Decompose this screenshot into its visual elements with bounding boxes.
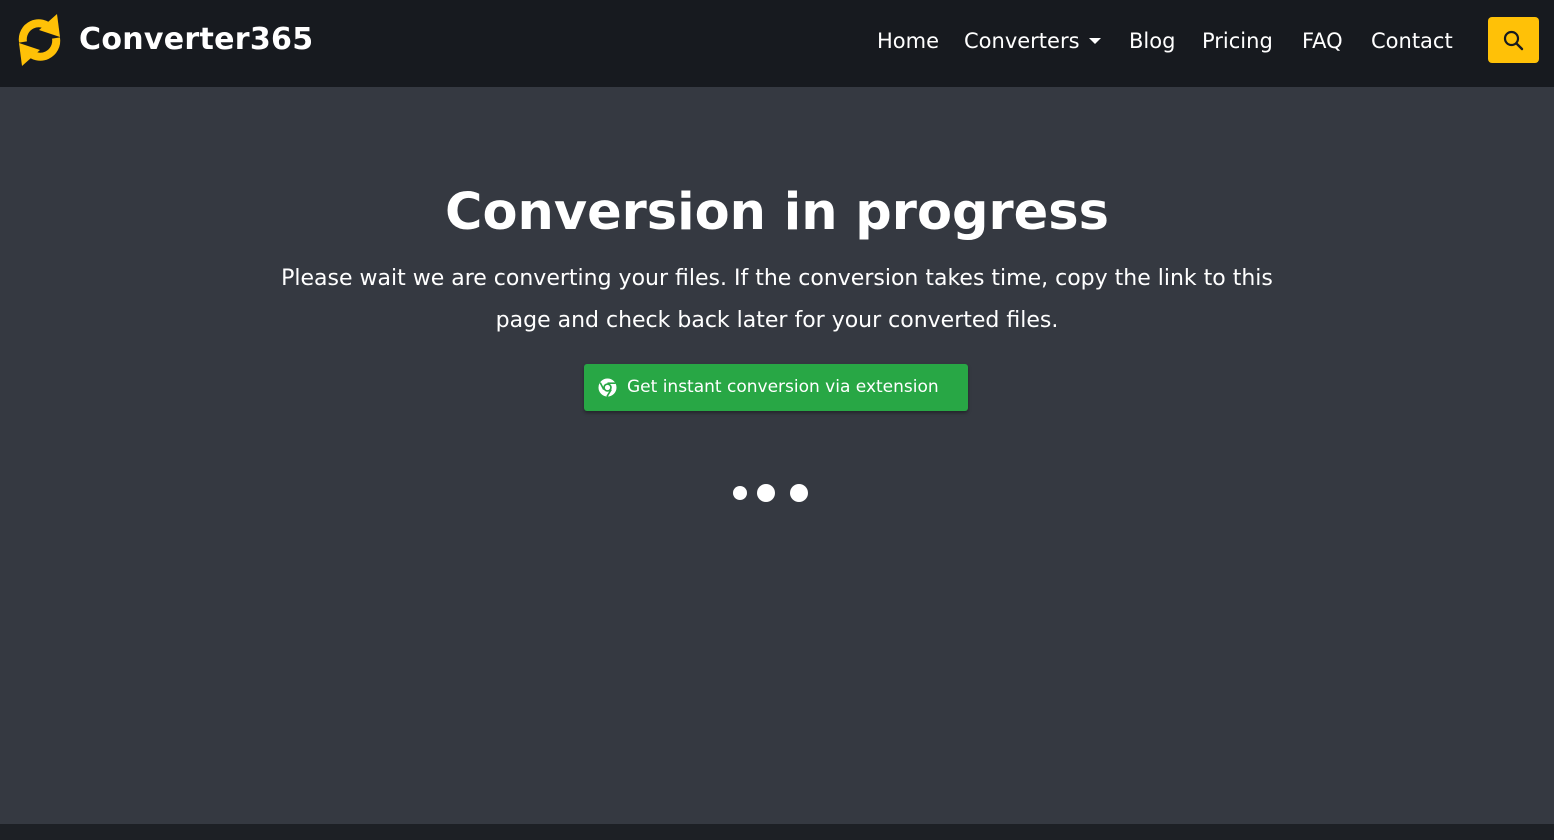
get-extension-label: Get instant conversion via extension	[627, 377, 939, 397]
nav-faq-link[interactable]: FAQ	[1302, 26, 1343, 56]
page-title: Conversion in progress	[445, 183, 1109, 242]
loading-dot	[757, 484, 775, 502]
loading-dot	[733, 486, 747, 500]
navbar: Converter365 Home Converters Blog Pricin…	[0, 0, 1554, 87]
nav-converters-dropdown[interactable]: Converters	[964, 26, 1080, 56]
search-button[interactable]	[1488, 17, 1539, 63]
nav-contact-link[interactable]: Contact	[1371, 26, 1453, 56]
chevron-down-icon[interactable]	[1089, 38, 1101, 44]
nav-pricing-link[interactable]: Pricing	[1202, 26, 1273, 56]
refresh-arrows-icon[interactable]	[11, 12, 68, 68]
footer	[0, 824, 1554, 840]
nav-home-link[interactable]: Home	[877, 26, 939, 56]
nav-blog-link[interactable]: Blog	[1129, 26, 1175, 56]
loading-dot	[790, 484, 808, 502]
get-extension-button[interactable]: Get instant conversion via extension	[584, 364, 968, 411]
chrome-icon	[598, 378, 617, 397]
page-subtitle: Please wait we are converting your files…	[281, 266, 1273, 333]
search-icon	[1503, 30, 1524, 51]
brand-name[interactable]: Converter365	[79, 20, 313, 60]
